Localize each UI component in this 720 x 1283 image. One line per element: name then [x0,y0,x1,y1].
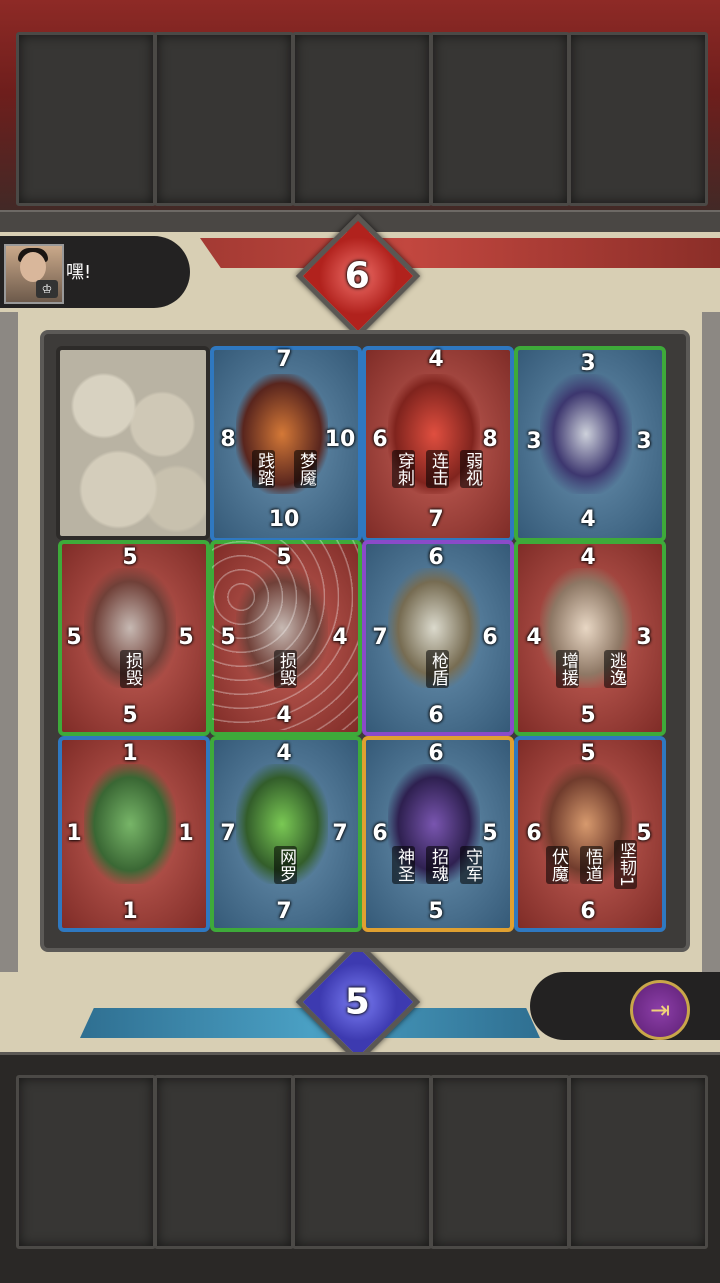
card-stat-bottom: 1 [122,899,138,924]
card-skill: 神圣 [392,846,415,884]
card-skill: 伏魔 [546,846,569,884]
card-stat-right: 6 [482,625,498,650]
card-stat-right: 5 [482,821,498,846]
card-stat-left: 5 [220,625,236,650]
card-stat-left: 8 [220,427,236,452]
opponent-hand-slot [430,32,570,206]
card-skill: 践踏 [252,450,275,488]
card-stat-top: 1 [122,741,138,766]
card-stat-left: 6 [372,821,388,846]
card-stat-top: 4 [276,741,292,766]
player-tag [530,972,720,1040]
card-stat-bottom: 5 [428,899,444,924]
divider [702,312,720,972]
card-stat-bottom: 7 [276,899,292,924]
opponent-hand-area [0,0,720,234]
card-skill: 梦魇 [294,450,317,488]
card-stat-bottom: 5 [122,703,138,728]
card-stat-top: 6 [428,741,444,766]
card-stat-bottom: 6 [428,703,444,728]
card-stat-right: 5 [178,625,194,650]
card-skill: 守军 [460,846,483,884]
opponent-score: 6 [345,255,371,297]
card-stat-top: 4 [580,545,596,570]
card-stat-top: 3 [580,351,596,376]
player-hand-area [0,1052,720,1283]
card-skill: 逃逸 [604,650,627,688]
card-skill: 损毁 [120,650,143,688]
opponent-hand-slot [16,32,156,206]
opponent-chat-text: 嘿! [66,262,92,283]
card-skill: 连击 [426,450,449,488]
card-stat-top: 7 [276,347,292,372]
card-stat-right: 3 [636,625,652,650]
card-skill: 弱视 [460,450,483,488]
player-hand-slot[interactable] [154,1075,294,1249]
player-score: 5 [345,981,371,1023]
exit-button[interactable]: ⇥ [630,980,690,1040]
card-stat-bottom: 10 [268,507,300,532]
player-hand-slot[interactable] [430,1075,570,1249]
divider [0,312,18,972]
card-stat-top: 5 [122,545,138,570]
card-stat-bottom: 7 [428,507,444,532]
card-stat-bottom: 5 [580,703,596,728]
card-stat-left: 7 [372,625,388,650]
card-stat-bottom: 6 [580,899,596,924]
card-stat-left: 5 [66,625,82,650]
player-hand-slot[interactable] [16,1075,156,1249]
card-stat-right: 10 [324,427,356,452]
card-stat-bottom: 4 [580,507,596,532]
card-skill: 坚韧1 [614,840,637,889]
card-skill: 枪盾 [426,650,449,688]
card-stat-right: 7 [332,821,348,846]
player-hand-slot[interactable] [292,1075,432,1249]
card-skill: 网罗 [274,846,297,884]
card-stat-right: 1 [178,821,194,846]
card-skill: 悟道 [580,846,603,884]
card-stat-left: 3 [526,429,542,454]
crown-icon: ♔ [36,280,58,298]
opponent-ribbon [200,238,720,268]
card-stat-top: 6 [428,545,444,570]
card-skill: 穿刺 [392,450,415,488]
avatar[interactable]: ♔ [4,244,64,304]
card-skill: 招魂 [426,846,449,884]
card-skill: 增援 [556,650,579,688]
card-stat-top: 5 [276,545,292,570]
card-stat-left: 1 [66,821,82,846]
opponent-hand-slot [568,32,708,206]
card-stat-right: 4 [332,625,348,650]
card-stat-right: 3 [636,429,652,454]
opponent-hand-slot [292,32,432,206]
exit-door-icon: ⇥ [649,996,671,1024]
card-stat-left: 7 [220,821,236,846]
card-art [84,764,176,884]
rock-obstacle-tile [56,346,210,540]
opponent-hand-slot [154,32,294,206]
card-stat-top: 5 [580,741,596,766]
card-stat-top: 4 [428,347,444,372]
avatar-face [20,252,46,282]
card-stat-left: 4 [526,625,542,650]
player-hand-slot[interactable] [568,1075,708,1249]
card-stat-left: 6 [526,821,542,846]
card-stat-bottom: 4 [276,703,292,728]
card-skill: 损毁 [274,650,297,688]
